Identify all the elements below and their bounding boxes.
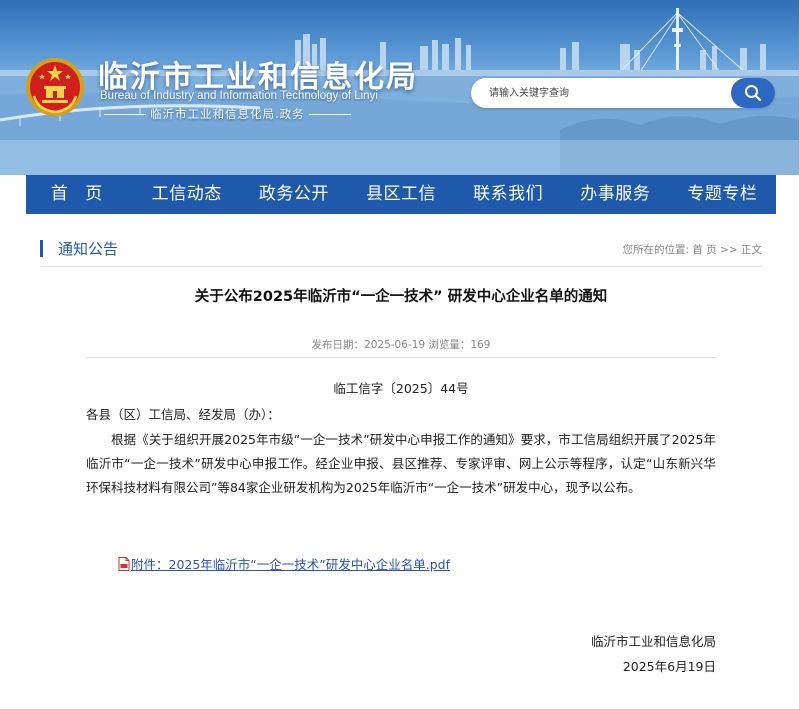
divider [104, 114, 146, 115]
attachment: 附件：2025年临沂市“一企一技术”研发中心企业名单.pdf [118, 554, 450, 574]
divider [308, 114, 351, 115]
main-nav: 首 页 工信动态 政务公开 县区工信 联系我们 办事服务 专题专栏 [26, 175, 776, 214]
site-subtitle-cn: 临沂市工业和信息化局.政务 [100, 106, 355, 122]
national-emblem-icon [24, 56, 86, 118]
breadcrumb-separator: >> [720, 244, 738, 256]
signature-date: 2025年6月19日 [622, 659, 716, 674]
search-button[interactable] [731, 78, 775, 108]
nav-item-counties[interactable]: 县区工信 [347, 175, 454, 214]
article-meta: 发布日期：2025-06-19 浏览量：169 [311, 339, 491, 351]
site-subtitle-en: Bureau of Industry and Information Techn… [100, 90, 378, 102]
nav-item-services[interactable]: 办事服务 [562, 175, 669, 214]
breadcrumb-current: 正文 [741, 244, 762, 256]
article-title: 关于公布2025年临沂市“一企一技术” 研发中心企业名单的通知 [194, 289, 608, 305]
search-box [471, 78, 775, 108]
salutation: 各县（区）工信局、经发局（办）： [86, 407, 280, 422]
section-accent-bar [40, 240, 43, 257]
section-title: 通知公告 [58, 240, 119, 258]
header-banner: 临沂市工业和信息化局 Bureau of Industry and Inform… [0, 0, 800, 175]
pdf-file-icon [118, 557, 130, 574]
nav-item-topics[interactable]: 专题专栏 [669, 175, 776, 214]
search-icon [745, 85, 762, 102]
breadcrumb: 您所在的位置: 首 页 >> 正文 [622, 242, 762, 257]
document-number: 临工信字〔2025〕44号 [333, 381, 469, 396]
attachment-link[interactable]: 附件：2025年临沂市“一企一技术”研发中心企业名单.pdf [131, 557, 450, 572]
article-body: 根据《关于组织开展2025年市级“一企一技术”研发中心申报工作的通知》要求，市工… [86, 432, 716, 495]
section-header: 通知公告 您所在的位置: 首 页 >> 正文 [40, 238, 762, 260]
signature-organization: 临沂市工业和信息化局 [590, 634, 716, 649]
divider [86, 357, 716, 358]
breadcrumb-home-link[interactable]: 首 页 [692, 244, 716, 256]
nav-item-gov-affairs[interactable]: 政务公开 [240, 175, 347, 214]
site-subtitle-cn-text: 临沂市工业和信息化局.政务 [150, 107, 305, 121]
nav-item-contact[interactable]: 联系我们 [455, 175, 562, 214]
divider [40, 266, 762, 267]
nav-item-news[interactable]: 工信动态 [133, 175, 240, 214]
search-input[interactable] [489, 84, 719, 102]
breadcrumb-prefix: 您所在的位置: [622, 244, 690, 256]
nav-item-home[interactable]: 首 页 [26, 175, 133, 214]
